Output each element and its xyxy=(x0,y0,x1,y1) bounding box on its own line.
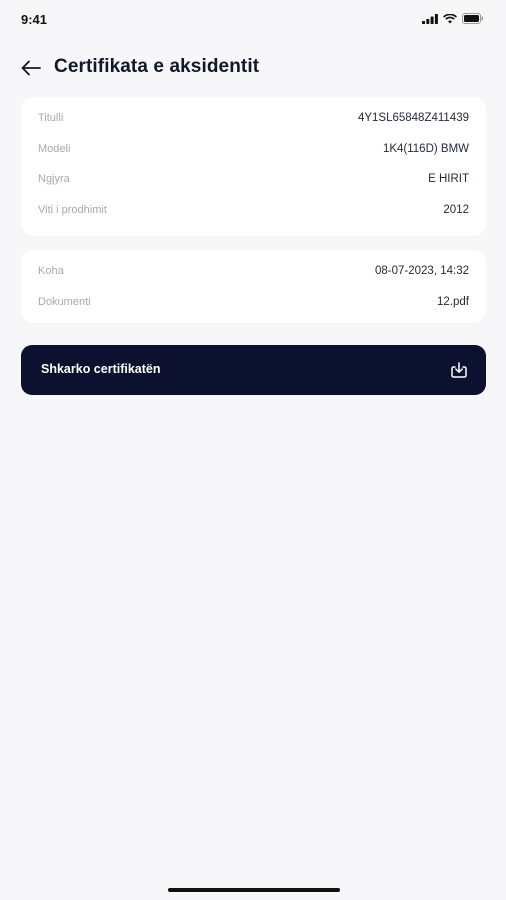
row-label: Dokumenti xyxy=(38,296,91,308)
download-button-label: Shkarko certifikatën xyxy=(41,362,161,376)
row-value: 12.pdf xyxy=(437,296,469,308)
battery-icon xyxy=(462,13,483,24)
info-row-title: Titulli 4Y1SL65848Z411439 xyxy=(38,108,469,128)
info-row-time: Koha 08-07-2023, 14:32 xyxy=(38,261,469,281)
info-row-year: Viti i prodhimit 2012 xyxy=(38,200,469,220)
row-value: 4Y1SL65848Z411439 xyxy=(357,112,469,124)
row-value: 1K4(116D) BMW xyxy=(382,143,469,155)
row-label: Viti i prodhimit xyxy=(38,204,107,216)
info-row-document: Dokumenti 12.pdf xyxy=(38,292,469,312)
wifi-icon xyxy=(443,13,457,23)
row-value: 08-07-2023, 14:32 xyxy=(375,265,469,277)
back-button[interactable] xyxy=(18,55,44,81)
page-header: Certifikata e aksidentit xyxy=(0,48,506,88)
status-icons xyxy=(422,13,484,24)
document-info-card: Koha 08-07-2023, 14:32 Dokumenti 12.pdf xyxy=(21,250,486,323)
status-time: 9:41 xyxy=(21,12,48,27)
page-title: Certifikata e aksidentit xyxy=(54,56,260,77)
row-label: Titulli xyxy=(38,112,64,124)
status-bar: 9:41 xyxy=(0,0,506,40)
home-indicator xyxy=(168,888,340,892)
info-row-color: Ngjyra E HIRIT xyxy=(38,169,469,189)
download-certificate-button[interactable]: Shkarko certifikatën xyxy=(21,345,486,395)
info-row-model: Modeli 1K4(116D) BMW xyxy=(38,139,469,159)
row-label: Ngjyra xyxy=(38,173,70,185)
cellular-signal-icon xyxy=(422,13,438,24)
row-value: 2012 xyxy=(443,204,469,216)
vehicle-info-card: Titulli 4Y1SL65848Z411439 Modeli 1K4(116… xyxy=(21,97,486,236)
arrow-left-icon xyxy=(21,60,41,76)
download-icon xyxy=(451,362,467,378)
row-label: Koha xyxy=(38,265,64,277)
row-value: E HIRIT xyxy=(428,173,469,185)
row-label: Modeli xyxy=(38,143,71,155)
